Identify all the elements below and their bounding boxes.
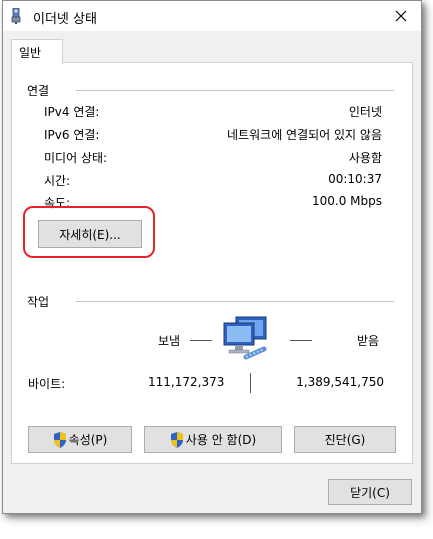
duration-value: 00:10:37: [328, 172, 382, 186]
sent-line: [190, 340, 212, 341]
diagnose-button-label: 진단(G): [324, 433, 366, 447]
diagnose-button[interactable]: 진단(G): [294, 426, 396, 453]
disable-button[interactable]: 사용 안 함(D): [144, 426, 282, 453]
connection-section-label: 연결: [27, 84, 50, 98]
properties-button-label: 속성(P): [68, 433, 108, 447]
bytes-divider: [250, 373, 251, 393]
ipv6-value: 네트워크에 연결되어 있지 않음: [227, 128, 382, 142]
properties-button[interactable]: 속성(P): [28, 426, 132, 453]
duration-label: 시간:: [44, 174, 71, 188]
connection-divider: [76, 90, 394, 91]
tab-general-label: 일반: [19, 46, 42, 60]
tab-general[interactable]: 일반: [11, 39, 63, 64]
activity-divider: [76, 301, 394, 302]
sent-label: 보냄: [158, 334, 181, 348]
network-adapter-icon: [11, 8, 21, 24]
title-bar[interactable]: 이더넷 상태: [3, 1, 421, 31]
received-line: [290, 340, 312, 341]
network-computers-icon: [223, 316, 267, 360]
bytes-sent-value: 111,172,373: [148, 375, 225, 389]
window-title: 이더넷 상태: [33, 12, 97, 27]
details-highlight-annotation: [23, 206, 155, 258]
speed-value: 100.0 Mbps: [311, 194, 382, 208]
media-state-value: 사용함: [348, 151, 382, 165]
uac-shield-icon: [170, 431, 183, 448]
close-dialog-button-label: 닫기(C): [350, 485, 390, 500]
ipv4-value: 인터넷: [348, 105, 382, 119]
media-state-label: 미디어 상태:: [44, 151, 108, 165]
ipv6-label: IPv6 연결:: [44, 128, 100, 142]
bytes-label: 바이트:: [28, 377, 66, 391]
bytes-received-value: 1,389,541,750: [296, 375, 384, 389]
disable-button-label: 사용 안 함(D): [185, 433, 257, 447]
received-label: 받음: [357, 334, 380, 348]
general-panel: 연결 IPv4 연결: 인터넷 IPv6 연결: 네트워크에 연결되어 있지 않…: [11, 62, 413, 464]
close-icon: [395, 10, 407, 22]
close-button[interactable]: [381, 1, 421, 31]
uac-shield-icon: [53, 431, 66, 448]
activity-section-label: 작업: [27, 295, 50, 309]
ipv4-label: IPv4 연결:: [44, 105, 100, 119]
close-dialog-button[interactable]: 닫기(C): [328, 479, 412, 505]
